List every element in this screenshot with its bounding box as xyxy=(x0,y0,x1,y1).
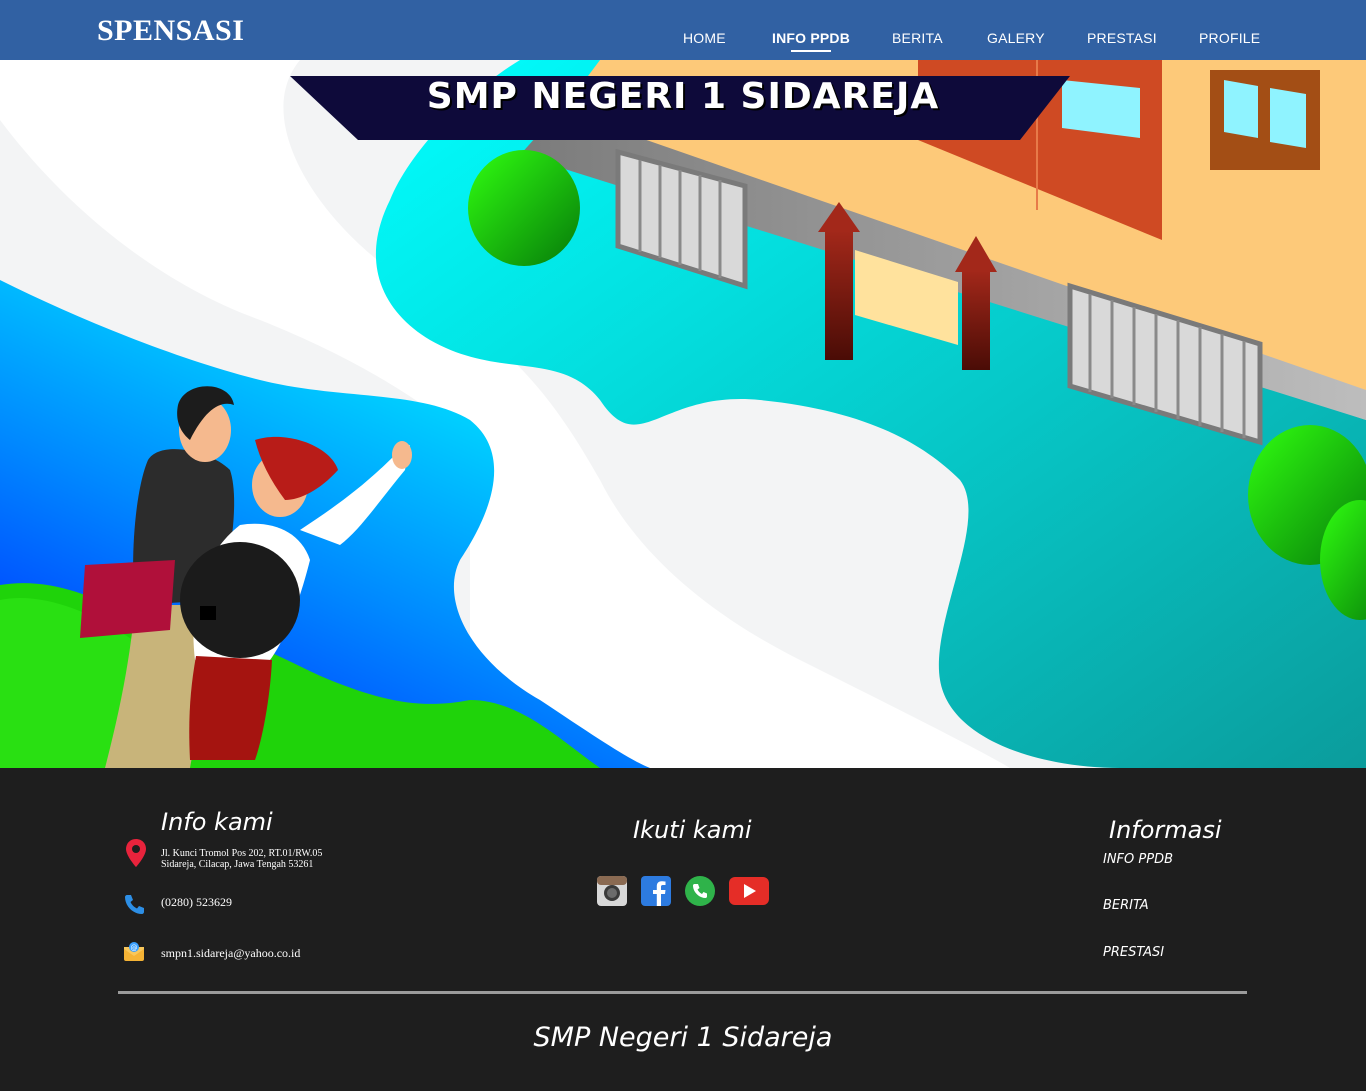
phone-icon xyxy=(125,895,144,914)
nav-berita[interactable]: BERITA xyxy=(892,30,943,46)
facebook-icon[interactable] xyxy=(640,875,672,907)
svg-text:@: @ xyxy=(131,944,138,952)
location-pin-icon xyxy=(126,839,146,867)
footer-link-info-ppdb[interactable]: INFO PPDB xyxy=(1103,852,1173,867)
footer-bottom-title: SMP Negeri 1 Sidareja xyxy=(533,1022,833,1053)
email-icon: @ xyxy=(124,942,144,961)
nav-info-ppdb-label: INFO PPDB xyxy=(772,30,851,46)
active-underline xyxy=(791,50,832,52)
footer-divider xyxy=(118,991,1247,994)
follow-heading: Ikuti kami xyxy=(633,816,752,844)
nav-profile[interactable]: PROFILE xyxy=(1199,30,1260,46)
address-line2: Sidareja, Cilacap, Jawa Tengah 53261 xyxy=(161,859,314,870)
hero-banner: SMP NEGERI 1 SIDAREJA xyxy=(0,60,1366,768)
nav-home[interactable]: HOME xyxy=(683,30,726,46)
instagram-icon[interactable] xyxy=(596,875,628,907)
email-address[interactable]: smpn1.sidareja@yahoo.co.id xyxy=(161,946,300,961)
phone-number: (0280) 523629 xyxy=(161,895,232,909)
nav-prestasi[interactable]: PRESTASI xyxy=(1087,30,1157,46)
footer-link-prestasi[interactable]: PRESTASI xyxy=(1103,945,1164,960)
nav-info-ppdb[interactable]: INFO PPDB xyxy=(772,30,851,52)
hero-illustration xyxy=(0,60,1366,768)
informasi-heading: Informasi xyxy=(1109,816,1222,844)
address: Jl. Kunci Tromol Pos 202, RT.01/RW.05 Si… xyxy=(161,848,322,870)
address-line1: Jl. Kunci Tromol Pos 202, RT.01/RW.05 xyxy=(161,848,323,859)
hero-title: SMP NEGERI 1 SIDAREJA xyxy=(426,76,940,117)
whatsapp-icon[interactable] xyxy=(684,875,716,907)
footer-link-berita[interactable]: BERITA xyxy=(1103,898,1149,913)
brand-logo[interactable]: SPENSASI xyxy=(97,14,244,48)
info-heading: Info kami xyxy=(161,808,273,836)
footer: Info kami Jl. Kunci Tromol Pos 202, RT.0… xyxy=(0,768,1366,1091)
nav-galery[interactable]: GALERY xyxy=(987,30,1045,46)
youtube-icon[interactable] xyxy=(728,875,770,907)
navbar: SPENSASI HOME INFO PPDB BERITA GALERY PR… xyxy=(0,0,1366,60)
